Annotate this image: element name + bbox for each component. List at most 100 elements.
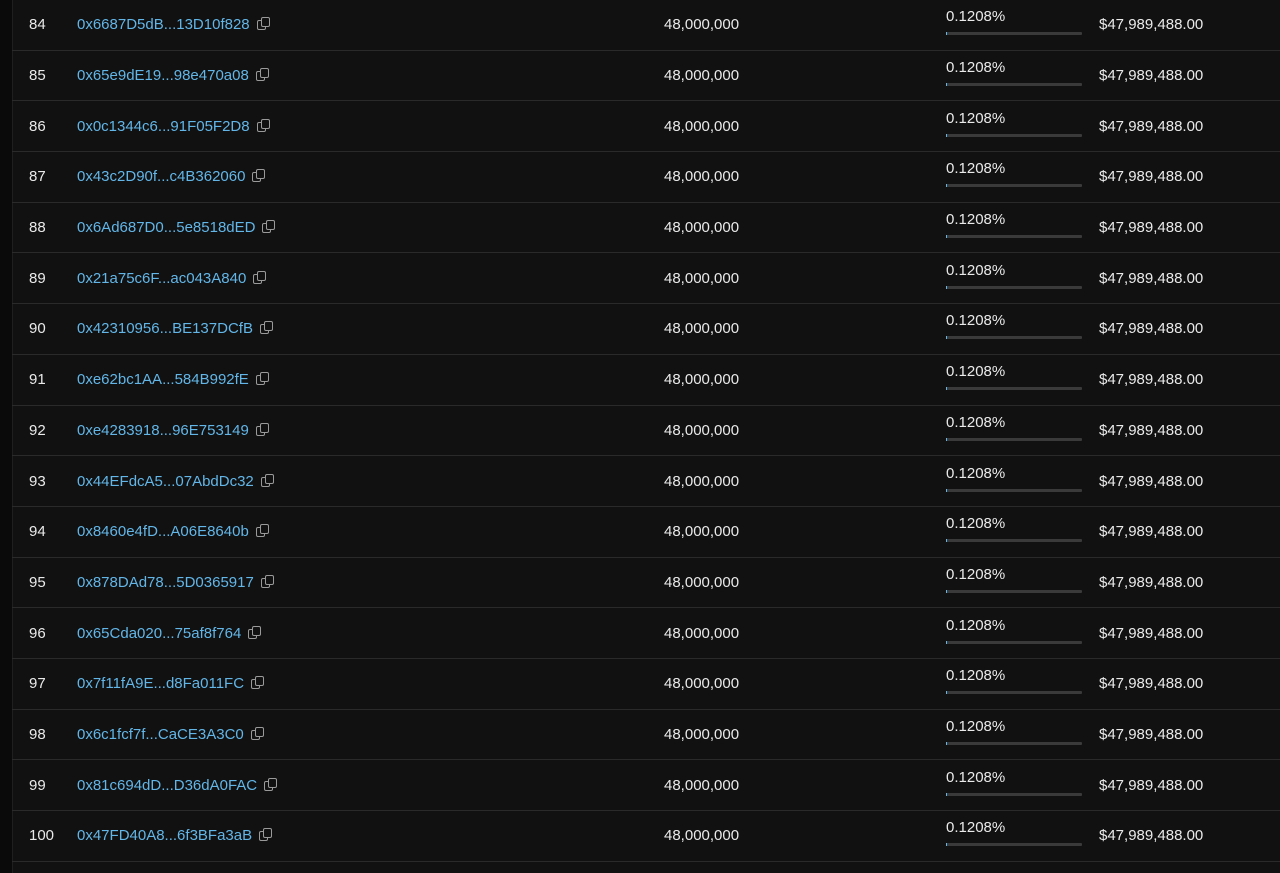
copy-icon[interactable] [260, 574, 275, 590]
percentage-bar [946, 691, 1082, 695]
copy-icon[interactable] [250, 726, 265, 742]
percentage-text: 0.1208% [946, 312, 1006, 330]
copy-icon[interactable] [259, 828, 273, 843]
quantity-text: 48,000,000 [664, 573, 740, 591]
value-text: $47,989,488.00 [1099, 16, 1204, 34]
quantity-text: 48,000,000 [664, 523, 740, 541]
rank-text: 94 [29, 523, 46, 541]
percentage-cell: 0.1208% [946, 51, 1082, 101]
quantity-text: 48,000,000 [664, 219, 740, 237]
address-cell: 0xe4283918...96E753149 [77, 406, 270, 456]
address-link[interactable]: 0x878DAd78...5D0365917 [77, 574, 254, 591]
value-cell: $47,989,488.00 [1099, 152, 1203, 202]
percentage-bar [946, 83, 1082, 87]
percentage-text: 0.1208% [946, 261, 1006, 279]
rank-cell: 87 [29, 152, 46, 202]
rank-text: 91 [29, 371, 46, 389]
quantity-text: 48,000,000 [664, 472, 740, 490]
percentage-bar [946, 741, 1082, 745]
value-text: $47,989,488.00 [1099, 269, 1204, 287]
address-link[interactable]: 0x7f11fA9E...d8Fa011FC [77, 675, 244, 692]
address-link[interactable]: 0x65e9dE19...98e470a08 [77, 67, 249, 84]
address-cell: 0x878DAd78...5D0365917 [77, 558, 275, 608]
quantity-text: 48,000,000 [664, 168, 740, 186]
rank-cell: 84 [29, 0, 46, 50]
percentage-cell: 0.1208% [946, 101, 1082, 151]
percentage-cell: 0.1208% [946, 608, 1082, 658]
copy-icon[interactable] [256, 118, 271, 134]
quantity-cell: 48,000,000 [664, 355, 739, 405]
copy-icon[interactable] [255, 422, 270, 438]
quantity-text: 48,000,000 [664, 776, 740, 794]
value-text: $47,989,488.00 [1099, 67, 1204, 85]
percentage-cell: 0.1208% [946, 456, 1082, 506]
copy-icon[interactable] [256, 17, 271, 32]
copy-icon[interactable] [259, 321, 274, 336]
percentage-cell: 0.1208% [946, 811, 1082, 861]
rank-cell: 98 [29, 710, 46, 760]
copy-icon[interactable] [255, 372, 270, 387]
quantity-cell: 48,000,000 [664, 608, 739, 658]
copy-icon[interactable] [260, 473, 275, 489]
value-text: $47,989,488.00 [1099, 827, 1204, 845]
address-link[interactable]: 0x6c1fcf7f...CaCE3A3C0 [77, 726, 244, 743]
rank-text: 85 [29, 67, 46, 85]
value-cell: $47,989,488.00 [1099, 659, 1203, 709]
rank-text: 90 [29, 320, 46, 338]
address-link[interactable]: 0x6687D5dB...13D10f828 [77, 16, 250, 33]
value-text: $47,989,488.00 [1099, 573, 1204, 591]
percentage-bar [946, 336, 1082, 340]
table-row: 100 0x47FD40A8...6f3BFa3aB 48,000,000 0.… [12, 811, 1280, 862]
table-row: 89 0x21a75c6F...ac043A840 48,000,000 0.1… [12, 253, 1280, 305]
address-cell: 0x81c694dD...D36dA0FAC [77, 760, 278, 810]
address-link[interactable]: 0x81c694dD...D36dA0FAC [77, 777, 257, 794]
rank-cell: 85 [29, 51, 46, 101]
address-link[interactable]: 0x47FD40A8...6f3BFa3aB [77, 827, 252, 844]
rank-cell: 95 [29, 558, 46, 608]
table-row: 91 0xe62bc1AA...584B992fE 48,000,000 0.1… [12, 355, 1280, 406]
value-cell: $47,989,488.00 [1099, 811, 1203, 861]
quantity-text: 48,000,000 [664, 827, 740, 845]
address-link[interactable]: 0x65Cda020...75af8f764 [77, 625, 241, 642]
copy-icon[interactable] [264, 777, 278, 793]
address-link[interactable]: 0x21a75c6F...ac043A840 [77, 270, 246, 287]
quantity-cell: 48,000,000 [664, 152, 739, 202]
table-row: 94 0x8460e4fD...A06E8640b 48,000,000 0.1… [12, 507, 1280, 558]
copy-icon[interactable] [253, 270, 267, 286]
value-cell: $47,989,488.00 [1099, 0, 1203, 50]
rank-cell: 97 [29, 659, 46, 709]
quantity-text: 48,000,000 [664, 675, 740, 693]
copy-icon[interactable] [255, 68, 270, 83]
percentage-text: 0.1208% [946, 160, 1006, 178]
address-link[interactable]: 0x44EFdcA5...07AbdDc32 [77, 473, 254, 490]
address-link[interactable]: 0x0c1344c6...91F05F2D8 [77, 118, 250, 135]
quantity-cell: 48,000,000 [664, 710, 739, 760]
table-row: 97 0x7f11fA9E...d8Fa011FC 48,000,000 0.1… [12, 659, 1280, 710]
percentage-text: 0.1208% [946, 8, 1006, 26]
copy-icon[interactable] [255, 524, 270, 539]
address-link[interactable]: 0xe62bc1AA...584B992fE [77, 371, 249, 388]
copy-icon[interactable] [251, 676, 265, 691]
address-cell: 0xe62bc1AA...584B992fE [77, 355, 270, 405]
value-text: $47,989,488.00 [1099, 421, 1204, 439]
value-cell: $47,989,488.00 [1099, 51, 1203, 101]
copy-icon[interactable] [262, 220, 276, 235]
percentage-bar [946, 843, 1082, 847]
address-link[interactable]: 0x8460e4fD...A06E8640b [77, 523, 249, 540]
copy-icon[interactable] [248, 625, 262, 641]
percentage-text: 0.1208% [946, 211, 1006, 229]
percentage-cell: 0.1208% [946, 355, 1082, 405]
address-link[interactable]: 0xe4283918...96E753149 [77, 422, 249, 439]
copy-icon[interactable] [252, 169, 266, 184]
percentage-bar [946, 285, 1082, 289]
percentage-cell: 0.1208% [946, 0, 1082, 50]
address-link[interactable]: 0x43c2D90f...c4B362060 [77, 168, 245, 185]
table-row: 99 0x81c694dD...D36dA0FAC 48,000,000 0.1… [12, 760, 1280, 811]
address-link[interactable]: 0x6Ad687D0...5e8518dED [77, 219, 255, 236]
value-text: $47,989,488.00 [1099, 219, 1204, 237]
rank-text: 86 [29, 117, 46, 135]
percentage-bar [946, 387, 1082, 391]
address-link[interactable]: 0x42310956...BE137DCfB [77, 320, 253, 337]
percentage-bar [946, 640, 1082, 644]
percentage-text: 0.1208% [946, 768, 1006, 786]
